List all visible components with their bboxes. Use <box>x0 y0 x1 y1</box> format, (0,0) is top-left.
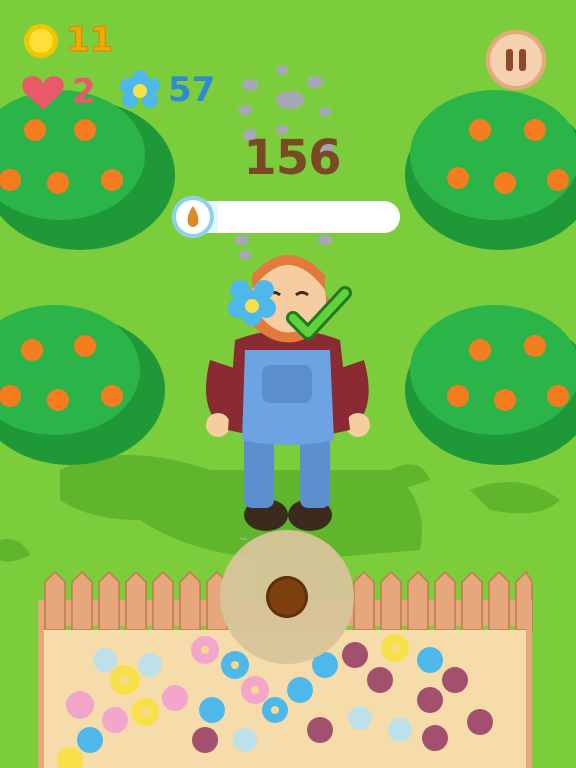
coin-count: 11 <box>65 20 114 61</box>
blue-flower-icon <box>120 70 160 108</box>
joystick[interactable] <box>220 530 354 664</box>
score: 156 <box>243 130 341 186</box>
lives-count: 2 <box>72 72 96 112</box>
orange-tree-mid-left <box>0 305 165 465</box>
orange-tree-mid-right <box>405 305 576 465</box>
flower-count: 57 <box>168 70 216 110</box>
coin-icon <box>24 24 58 58</box>
seed-icon <box>172 196 214 238</box>
pause-icon <box>506 49 513 71</box>
game-stage[interactable]: 11 2 57 156 <box>0 0 576 768</box>
pause-button[interactable] <box>486 30 546 90</box>
joystick-knob[interactable] <box>266 576 308 618</box>
